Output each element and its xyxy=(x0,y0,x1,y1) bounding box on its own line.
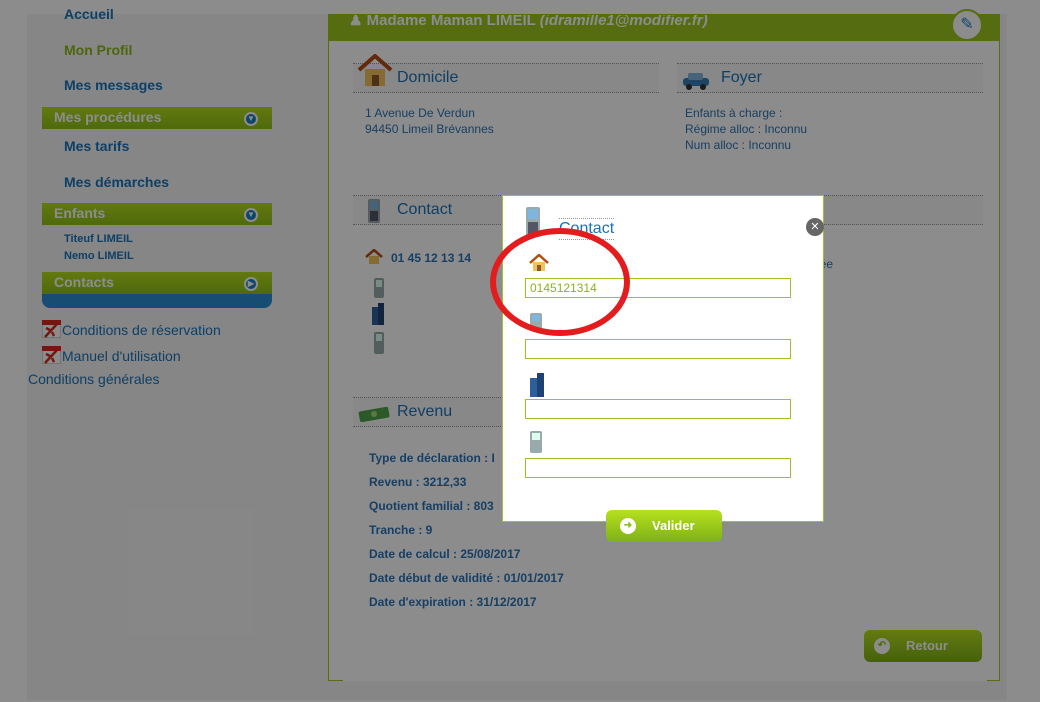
close-icon[interactable]: ✕ xyxy=(806,218,824,236)
office-building-icon xyxy=(530,373,544,397)
other-phone-field[interactable] xyxy=(525,458,791,478)
highlight-circle xyxy=(490,228,630,336)
valider-label: Valider xyxy=(652,518,695,533)
arrow-right-icon: ➜ xyxy=(620,518,636,534)
mobile-phone-field[interactable] xyxy=(525,339,791,359)
mobile-phone-icon xyxy=(530,431,542,453)
valider-button[interactable]: ➜ Valider xyxy=(606,510,722,542)
work-phone-field[interactable] xyxy=(525,399,791,419)
